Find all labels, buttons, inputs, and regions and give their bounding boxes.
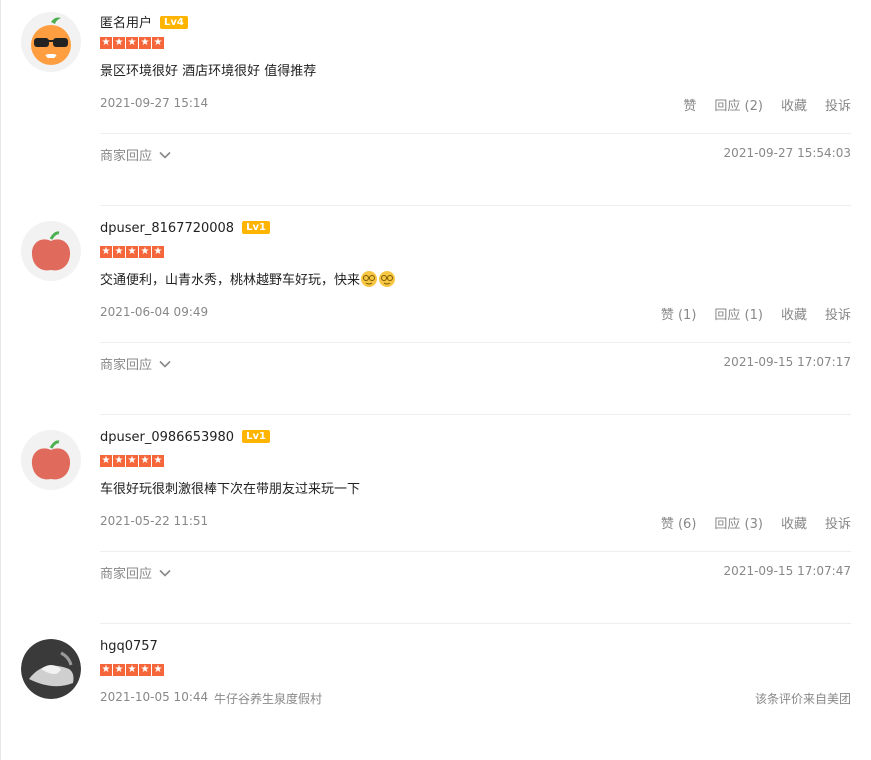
merchant-reply-label: 商家回应: [100, 149, 153, 164]
avatar[interactable]: [21, 430, 81, 490]
photo-avatar-icon: [21, 639, 81, 699]
star-icon: ★: [113, 664, 125, 676]
username[interactable]: 匿名用户 Lv4: [100, 12, 188, 31]
star-icon: ★: [113, 455, 125, 467]
star-icon: ★: [113, 246, 125, 258]
star-icon: ★: [126, 455, 138, 467]
chevron-down-icon: [159, 151, 171, 159]
star-icon: ★: [152, 246, 164, 258]
merchant-reply-label: 商家回应: [100, 358, 153, 373]
star-icon: ★: [100, 664, 112, 676]
chevron-down-icon: [159, 360, 171, 368]
report-button[interactable]: 投诉: [825, 513, 851, 532]
favorite-button[interactable]: 收藏: [781, 95, 807, 114]
username[interactable]: dpuser_0986653980 Lv1: [100, 430, 270, 445]
review-date: 2021-05-22 11:51: [100, 514, 209, 528]
star-icon: ★: [126, 37, 138, 49]
review-date: 2021-09-27 15:14: [100, 96, 209, 110]
like-button[interactable]: 赞: [683, 95, 696, 114]
divider: [100, 133, 851, 134]
review-source: 该条评价来自美团: [754, 692, 851, 706]
smile-emoji-icon: [361, 271, 378, 287]
shop-name[interactable]: 牛仔谷养生泉度假村: [214, 690, 322, 707]
review-actions: 赞 回应 (2) 收藏 投诉: [683, 95, 851, 114]
merchant-reply-toggle[interactable]: 商家回应: [100, 563, 172, 582]
username-text[interactable]: dpuser_0986653980: [100, 430, 234, 445]
rating-stars: ★ ★ ★ ★ ★: [100, 664, 164, 676]
merchant-reply-time: 2021-09-27 15:54:03: [723, 146, 851, 160]
username[interactable]: hgq0757: [100, 639, 158, 654]
divider: [100, 342, 851, 343]
reply-button[interactable]: 回应 (2): [714, 95, 763, 114]
divider: [100, 623, 851, 624]
level-badge: Lv1: [242, 221, 270, 234]
rating-stars: ★ ★ ★ ★ ★: [100, 455, 164, 467]
divider: [100, 205, 851, 206]
like-button[interactable]: 赞 (6): [661, 513, 697, 532]
star-icon: ★: [152, 455, 164, 467]
merchant-reply-label: 商家回应: [100, 567, 153, 582]
review-content: 景区环境很好 酒店环境很好 值得推荐: [100, 64, 317, 79]
reply-button[interactable]: 回应 (1): [714, 304, 763, 323]
like-button[interactable]: 赞 (1): [661, 304, 697, 323]
level-badge: Lv4: [160, 16, 188, 29]
level-badge: Lv1: [242, 430, 270, 443]
star-icon: ★: [126, 246, 138, 258]
review-actions: 赞 (6) 回应 (3) 收藏 投诉: [661, 513, 851, 532]
review-date: 2021-10-05 10:44: [100, 690, 209, 704]
rating-stars: ★ ★ ★ ★ ★: [100, 246, 164, 258]
divider: [100, 414, 851, 415]
star-icon: ★: [139, 664, 151, 676]
favorite-button[interactable]: 收藏: [781, 304, 807, 323]
report-button[interactable]: 投诉: [825, 95, 851, 114]
report-button[interactable]: 投诉: [825, 304, 851, 323]
divider: [100, 551, 851, 552]
username[interactable]: dpuser_8167720008 Lv1: [100, 221, 270, 236]
star-icon: ★: [139, 455, 151, 467]
merchant-reply-toggle[interactable]: 商家回应: [100, 145, 172, 164]
smile-emoji-icon: [379, 271, 396, 287]
star-icon: ★: [100, 455, 112, 467]
favorite-button[interactable]: 收藏: [781, 513, 807, 532]
apple-avatar-icon: [21, 430, 81, 490]
merchant-reply-toggle[interactable]: 商家回应: [100, 354, 172, 373]
star-icon: ★: [139, 37, 151, 49]
star-icon: ★: [152, 664, 164, 676]
username-text[interactable]: 匿名用户: [100, 16, 152, 31]
avatar[interactable]: [21, 12, 81, 72]
username-text[interactable]: dpuser_8167720008: [100, 221, 234, 236]
review-date: 2021-06-04 09:49: [100, 305, 209, 319]
review-content: 交通便利，山青水秀，桃林越野车好玩，快来: [100, 269, 396, 288]
apple-avatar-icon: [21, 221, 81, 281]
star-icon: ★: [100, 37, 112, 49]
reply-button[interactable]: 回应 (3): [714, 513, 763, 532]
star-icon: ★: [100, 246, 112, 258]
merchant-reply-time: 2021-09-15 17:07:47: [723, 564, 851, 578]
star-icon: ★: [139, 246, 151, 258]
chevron-down-icon: [159, 569, 171, 577]
star-icon: ★: [152, 37, 164, 49]
review-actions: 赞 (1) 回应 (1) 收藏 投诉: [661, 304, 851, 323]
star-icon: ★: [113, 37, 125, 49]
left-border: [0, 0, 1, 760]
avatar[interactable]: [21, 221, 81, 281]
review-content-text: 交通便利，山青水秀，桃林越野车好玩，快来: [100, 273, 361, 288]
username-text[interactable]: hgq0757: [100, 639, 158, 654]
rating-stars: ★ ★ ★ ★ ★: [100, 37, 164, 49]
merchant-reply-time: 2021-09-15 17:07:17: [723, 355, 851, 369]
star-icon: ★: [126, 664, 138, 676]
avatar[interactable]: [21, 639, 81, 699]
sunglasses-orange-avatar-icon: [21, 12, 81, 72]
review-content: 车很好玩很刺激很棒下次在带朋友过来玩一下: [100, 482, 361, 497]
